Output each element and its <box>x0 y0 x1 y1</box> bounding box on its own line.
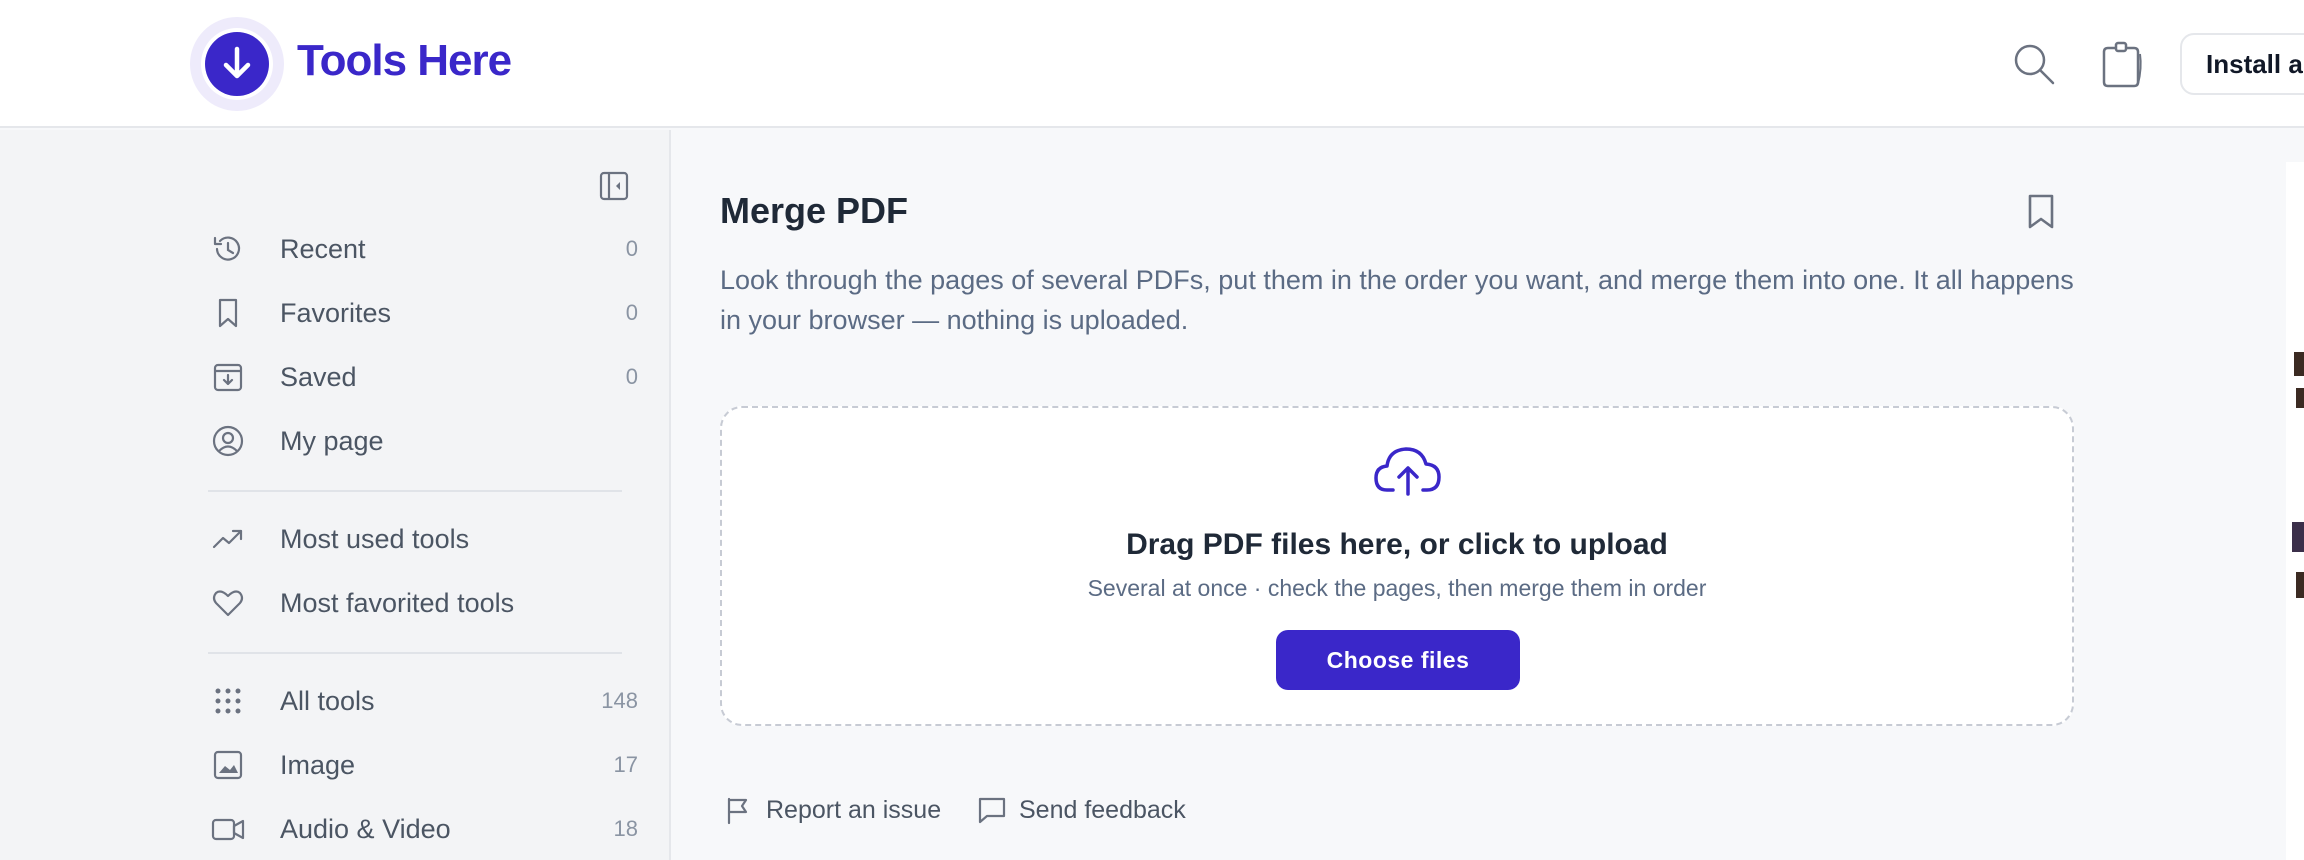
video-icon <box>208 809 248 849</box>
sidebar-item-label: Most favorited tools <box>280 587 515 618</box>
file-dropzone[interactable]: Drag PDF files here, or click to upload … <box>720 406 2074 726</box>
sidebar-item-count: 148 <box>601 688 638 713</box>
trending-up-icon <box>208 519 248 559</box>
arrow-down-icon <box>205 32 269 96</box>
sidebar-item-label: Recent <box>280 233 366 264</box>
sidebar-collapse-icon[interactable] <box>598 170 630 202</box>
image-icon <box>208 745 248 785</box>
flag-icon <box>722 793 756 827</box>
sidebar-item-most-used[interactable]: Most used tools <box>208 514 638 564</box>
sidebar-item-count: 0 <box>625 300 638 325</box>
sidebar-item-my-page[interactable]: My page <box>208 416 638 466</box>
page-description: Look through the pages of several PDFs, … <box>720 265 2074 335</box>
sidebar-item-all-tools[interactable]: All tools 148 <box>208 676 638 726</box>
sidebar-item-most-favorited[interactable]: Most favorited tools <box>208 578 638 628</box>
user-circle-icon <box>208 421 248 461</box>
dropzone-title: Drag PDF files here, or click to upload <box>1126 528 1668 561</box>
sidebar-item-recent[interactable]: Recent 0 <box>208 224 638 274</box>
grid-dots-icon <box>208 681 248 721</box>
sidebar-item-label: All tools <box>280 685 375 716</box>
right-side-panel <box>2286 162 2304 860</box>
history-icon <box>208 229 248 269</box>
report-issue-label: Report an issue <box>766 795 942 824</box>
sidebar-item-image[interactable]: Image 17 <box>208 740 638 790</box>
send-feedback-link[interactable]: Send feedback <box>975 790 1186 830</box>
sidebar-item-label: Favorites <box>280 297 392 328</box>
sidebar-item-count: 18 <box>613 816 638 841</box>
sidebar-item-label: Image <box>280 749 356 780</box>
strip-fragment <box>2294 352 2304 376</box>
heart-icon <box>208 583 248 623</box>
strip-fragment <box>2296 572 2304 598</box>
sidebar-item-label: Saved <box>280 361 357 392</box>
cloud-upload-icon <box>1373 444 1443 498</box>
send-feedback-label: Send feedback <box>1019 795 1186 824</box>
sidebar-item-count: 17 <box>613 752 638 777</box>
message-square-icon <box>975 793 1009 827</box>
sidebar-item-label: My page <box>280 425 384 456</box>
top-header: Tools Here Install a <box>0 0 2304 128</box>
sidebar-divider <box>208 652 622 654</box>
sidebar-item-label: Most used tools <box>280 523 470 554</box>
dropzone-subtitle: Several at once · check the pages, then … <box>1087 575 1707 601</box>
brand-name[interactable]: Tools Here <box>297 36 512 86</box>
main-content: Merge PDF Look through the pages of seve… <box>673 130 2304 860</box>
sidebar-item-audio-video[interactable]: Audio & Video 18 <box>208 804 638 854</box>
strip-fragment <box>2292 522 2304 552</box>
report-issue-link[interactable]: Report an issue <box>722 790 941 830</box>
bookmark-icon <box>208 293 248 333</box>
sidebar: Recent 0 Favorites 0 Saved 0 My page Mos… <box>0 130 671 860</box>
search-icon[interactable] <box>2008 38 2060 90</box>
sidebar-divider <box>208 490 622 492</box>
choose-files-button[interactable]: Choose files <box>1276 630 1520 690</box>
logo[interactable] <box>190 17 284 111</box>
page-title: Merge PDF <box>720 190 909 231</box>
strip-fragment <box>2296 388 2304 408</box>
clipboard-icon[interactable] <box>2096 38 2148 90</box>
install-app-button[interactable]: Install a <box>2180 33 2304 95</box>
sidebar-item-favorites[interactable]: Favorites 0 <box>208 288 638 338</box>
sidebar-item-label: Audio & Video <box>280 813 451 844</box>
archive-icon <box>208 357 248 397</box>
bookmark-icon[interactable] <box>2017 188 2065 236</box>
sidebar-item-count: 0 <box>625 364 638 389</box>
sidebar-item-saved[interactable]: Saved 0 <box>208 352 638 402</box>
sidebar-item-count: 0 <box>625 236 638 261</box>
